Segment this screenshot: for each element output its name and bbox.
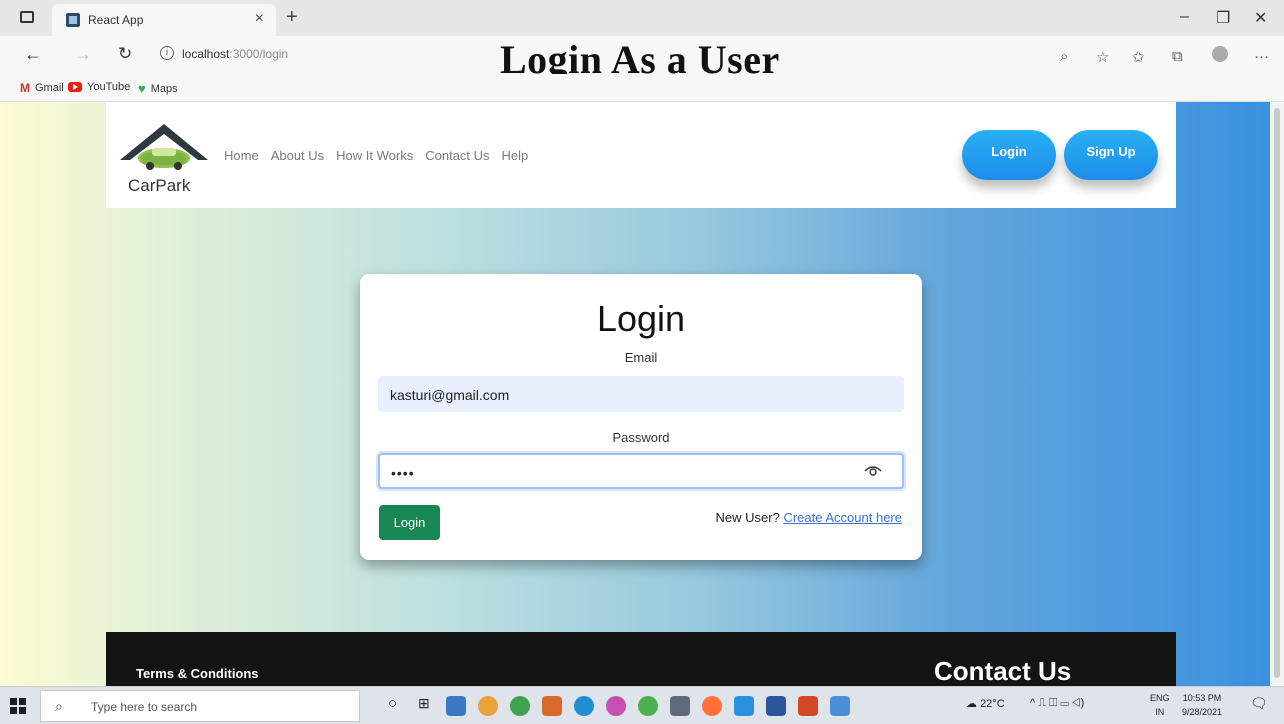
profile-avatar[interactable] xyxy=(1212,46,1228,62)
notifications-icon[interactable]: 🗨 xyxy=(1250,695,1268,712)
weather-temp: 22°C xyxy=(980,698,1005,710)
nav-link-about-us[interactable]: About Us xyxy=(271,148,324,163)
clock-time: 10:53 PM xyxy=(1182,693,1222,703)
chrome-icon[interactable] xyxy=(478,696,498,716)
app-green-icon[interactable] xyxy=(510,696,530,716)
cloud-icon: ☁ xyxy=(966,698,981,710)
tray-icons[interactable]: ^ ⎍ ◫ ▭ ◁) xyxy=(1030,697,1084,710)
url-host: localhost xyxy=(182,47,230,61)
page-scrollbar[interactable] xyxy=(1270,102,1284,686)
scrollbar-thumb[interactable] xyxy=(1274,108,1280,678)
collections-icon[interactable]: ⧉ xyxy=(1172,48,1183,65)
email-label: Email xyxy=(624,350,658,365)
nav-signup-button[interactable]: Sign Up xyxy=(1064,130,1158,180)
gmail-icon: M xyxy=(20,81,30,95)
site-info-icon[interactable]: i xyxy=(160,46,174,60)
maximize-icon[interactable]: ❐ xyxy=(1216,8,1230,28)
nav-link-help[interactable]: Help xyxy=(502,148,529,163)
language-code: ENG xyxy=(1150,693,1170,703)
task-view-icon[interactable]: ⊞ xyxy=(418,695,430,712)
nav-link-contact-us[interactable]: Contact Us xyxy=(425,148,489,163)
page-viewport: CarPark Home About Us How It Works Conta… xyxy=(0,102,1270,686)
bookmark-label: Gmail xyxy=(35,82,64,94)
bookmark-youtube[interactable]: YouTube xyxy=(68,81,130,93)
app-green-2-icon[interactable] xyxy=(638,696,658,716)
create-account-link[interactable]: Create Account here xyxy=(783,510,902,525)
terms-link[interactable]: Terms & Conditions xyxy=(136,666,259,681)
app-orange-icon[interactable] xyxy=(542,696,562,716)
read-aloud-icon[interactable]: ⌕ xyxy=(1060,48,1068,65)
weather-widget[interactable]: ☁ 22°C xyxy=(966,697,1005,710)
taskbar-search-placeholder: Type here to search xyxy=(91,700,198,714)
bookmark-maps[interactable]: ♥ Maps xyxy=(138,81,178,96)
bookmark-label: Maps xyxy=(150,82,178,95)
windows-start-icon[interactable] xyxy=(10,698,26,714)
login-submit-button[interactable]: Login xyxy=(379,505,440,540)
url-path: :3000/login xyxy=(229,47,289,61)
maps-pin-icon: ♥ xyxy=(138,81,146,96)
password-field[interactable]: •••• xyxy=(378,453,904,489)
powerpoint-icon[interactable] xyxy=(798,696,818,716)
back-arrow-icon[interactable]: ← xyxy=(24,44,42,65)
new-user-text: New User? xyxy=(715,510,780,525)
email-field[interactable]: kasturi@gmail.com xyxy=(378,376,904,412)
windows-taskbar: ⌕ Type here to search ○ ⊞ ☁ 22°C ^ ⎍ ◫ ▭… xyxy=(0,686,1284,724)
bookmark-label: YouTube xyxy=(87,81,131,93)
site-footer: Terms & Conditions Contact Us xyxy=(106,632,1176,686)
site-navbar: CarPark Home About Us How It Works Conta… xyxy=(106,102,1176,208)
nav-link-home[interactable]: Home xyxy=(224,148,259,163)
bookmark-gmail[interactable]: M Gmail xyxy=(20,81,64,95)
photos-icon[interactable] xyxy=(830,696,850,716)
new-tab-icon[interactable]: + xyxy=(286,6,298,29)
immersive-reader-icon[interactable]: ☆ xyxy=(1096,48,1109,66)
clock-date: 9/28/2021 xyxy=(1182,707,1223,717)
login-card: Login Email kasturi@gmail.com Password •… xyxy=(360,274,922,560)
language-indicator[interactable]: ENG IN xyxy=(1150,691,1170,719)
brand-name: CarPark xyxy=(128,176,191,195)
show-password-eye-icon[interactable] xyxy=(864,464,882,478)
nav-link-how-it-works[interactable]: How It Works xyxy=(336,148,413,163)
close-window-icon[interactable]: ✕ xyxy=(1254,8,1267,28)
search-icon: ⌕ xyxy=(55,698,63,714)
forward-arrow-icon[interactable]: → xyxy=(74,44,92,65)
app-grey-icon[interactable] xyxy=(670,696,690,716)
tab-title: React App xyxy=(88,13,144,27)
edge-icon[interactable] xyxy=(574,696,594,716)
word-icon[interactable] xyxy=(766,696,786,716)
nav-login-button[interactable]: Login xyxy=(962,130,1056,180)
footer-contact-heading: Contact Us xyxy=(934,656,1072,686)
bookmarks-bar: M Gmail YouTube ♥ Maps xyxy=(0,74,1284,102)
vscode-icon[interactable] xyxy=(734,696,754,716)
more-options-icon[interactable]: ··· xyxy=(1254,48,1269,65)
login-title: Login xyxy=(596,298,686,339)
reload-icon[interactable]: ↻ xyxy=(118,44,132,64)
browser-tab[interactable]: React App × xyxy=(52,4,276,36)
tab-close-icon[interactable]: × xyxy=(255,10,264,28)
favorites-icon[interactable]: ✩ xyxy=(1132,48,1145,66)
nav-links: Home About Us How It Works Contact Us He… xyxy=(224,148,528,163)
url-field[interactable]: localhost:3000/login xyxy=(182,47,288,61)
password-label: Password xyxy=(612,430,670,445)
cortana-icon[interactable]: ○ xyxy=(388,695,397,712)
react-app-favicon-icon xyxy=(66,13,80,27)
minimize-icon[interactable]: – xyxy=(1180,8,1189,26)
app-purple-icon[interactable] xyxy=(606,696,626,716)
taskbar-search-box[interactable]: ⌕ Type here to search xyxy=(40,690,360,722)
browser-titlebar: React App × + – ❐ ✕ xyxy=(0,0,1284,36)
taskbar-clock[interactable]: 10:53 PM 9/28/2021 xyxy=(1182,691,1222,719)
firefox-icon[interactable] xyxy=(702,696,722,716)
language-region: IN xyxy=(1155,707,1165,717)
new-user-prompt: New User? Create Account here xyxy=(716,510,902,525)
tab-actions-icon[interactable] xyxy=(20,11,34,23)
file-explorer-icon[interactable] xyxy=(446,696,466,716)
youtube-icon xyxy=(68,82,82,92)
